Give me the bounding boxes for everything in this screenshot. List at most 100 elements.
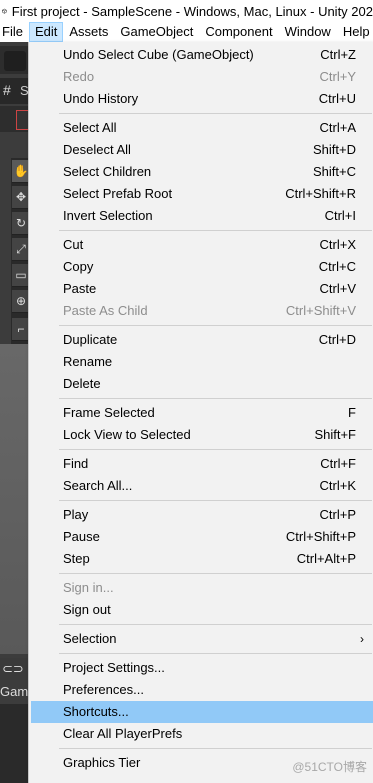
menu-window[interactable]: Window	[279, 22, 337, 42]
menu-item-duplicate[interactable]: Duplicate Ctrl+D	[31, 329, 373, 351]
menu-item-label: Graphics Tier	[63, 755, 141, 770]
menu-item-label: Frame Selected	[63, 405, 155, 420]
menu-item-paste-as-child: Paste As Child Ctrl+Shift+V	[31, 300, 373, 322]
title-bar: First project - SampleScene - Windows, M…	[0, 0, 373, 22]
menu-file[interactable]: File	[0, 22, 29, 42]
menu-item-label: Step	[63, 551, 90, 566]
menu-item-shortcut: Ctrl+F	[320, 456, 356, 471]
menu-separator	[59, 500, 372, 501]
menu-item-label: Pause	[63, 529, 100, 544]
menu-item-shortcut: Ctrl+Shift+P	[285, 529, 356, 544]
menu-item-shortcut: Shift+D	[313, 142, 356, 157]
chevron-right-icon: ›	[360, 632, 364, 646]
menu-item-lock-view[interactable]: Lock View to Selected Shift+F	[31, 424, 373, 446]
menu-item-step[interactable]: Step Ctrl+Alt+P	[31, 548, 373, 570]
menu-item-shortcut: Ctrl+K	[319, 478, 356, 493]
menu-item-preferences[interactable]: Preferences...	[31, 679, 373, 701]
menu-item-select-children[interactable]: Select Children Shift+C	[31, 161, 373, 183]
menu-separator	[59, 230, 372, 231]
scene-view[interactable]	[0, 344, 30, 654]
menu-item-shortcut: Ctrl+C	[318, 259, 356, 274]
menu-item-find[interactable]: Find Ctrl+F	[31, 453, 373, 475]
menu-item-shortcut: Ctrl+Y	[319, 69, 356, 84]
menu-item-shortcut: Ctrl+V	[319, 281, 356, 296]
unity-logo-icon	[2, 8, 7, 14]
menu-item-label: Deselect All	[63, 142, 131, 157]
menu-item-label: Cut	[63, 237, 84, 252]
menu-item-label: Invert Selection	[63, 208, 153, 223]
menu-component[interactable]: Component	[199, 22, 278, 42]
game-tab-label[interactable]: Gam	[0, 684, 28, 699]
menu-item-label: Paste	[63, 281, 97, 296]
menu-item-select-all[interactable]: Select All Ctrl+A	[31, 117, 373, 139]
menu-help[interactable]: Help	[337, 22, 373, 42]
menu-item-copy[interactable]: Copy Ctrl+C	[31, 256, 373, 278]
scene-toolbar	[0, 106, 30, 132]
menu-item-label: Shortcuts...	[63, 704, 129, 719]
menu-item-invert-selection[interactable]: Invert Selection Ctrl+I	[31, 205, 373, 227]
game-view	[0, 704, 30, 783]
menu-item-delete[interactable]: Delete	[31, 373, 373, 395]
menu-item-shortcut: Ctrl+I	[324, 208, 356, 223]
menu-item-shortcut: Shift+C	[313, 164, 356, 179]
menu-item-undo-history[interactable]: Undo History Ctrl+U	[31, 88, 373, 110]
menu-item-shortcut: Ctrl+P	[319, 507, 356, 522]
menu-separator	[59, 624, 372, 625]
menu-item-label: Play	[63, 507, 89, 522]
menu-item-paste[interactable]: Paste Ctrl+V	[31, 278, 373, 300]
menu-item-undo[interactable]: Undo Select Cube (GameObject) Ctrl+Z	[31, 44, 373, 66]
menu-item-label: Select Prefab Root	[63, 186, 173, 201]
menu-item-label: Select Children	[63, 164, 152, 179]
menu-edit[interactable]: Edit	[28, 22, 64, 42]
menu-item-label: Find	[63, 456, 89, 471]
menu-item-label: Undo Select Cube (GameObject)	[63, 47, 254, 62]
menu-item-label: Lock View to Selected	[63, 427, 191, 442]
menu-item-shortcut: Ctrl+Alt+P	[296, 551, 356, 566]
menu-item-label: Duplicate	[63, 332, 118, 347]
menu-item-frame-selected[interactable]: Frame Selected F	[31, 402, 373, 424]
menu-item-pause[interactable]: Pause Ctrl+Shift+P	[31, 526, 373, 548]
edit-menu-dropdown: Undo Select Cube (GameObject) Ctrl+Z Red…	[28, 42, 373, 783]
menu-separator	[59, 113, 372, 114]
menu-item-rename[interactable]: Rename	[31, 351, 373, 373]
menu-separator	[59, 325, 372, 326]
scene-tab-icon[interactable]: #	[3, 82, 11, 98]
menu-item-shortcut: Ctrl+A	[319, 120, 356, 135]
menu-item-label: Sign in...	[63, 580, 114, 595]
menu-item-redo: Redo Ctrl+Y	[31, 66, 373, 88]
menu-item-shortcut: Ctrl+U	[318, 91, 356, 106]
menu-bar: File Edit Assets GameObject Component Wi…	[0, 22, 373, 42]
menu-item-shortcut: Ctrl+D	[318, 332, 356, 347]
menu-item-label: Sign out	[63, 602, 111, 617]
menu-item-search-all[interactable]: Search All... Ctrl+K	[31, 475, 373, 497]
menu-item-shortcut: Ctrl+X	[319, 237, 356, 252]
menu-item-label: Selection	[63, 631, 117, 646]
menu-item-play[interactable]: Play Ctrl+P	[31, 504, 373, 526]
menu-item-sign-out[interactable]: Sign out	[31, 599, 373, 621]
menu-item-label: Delete	[63, 376, 101, 391]
watermark: @51CTO博客	[292, 760, 367, 774]
menu-item-select-prefab-root[interactable]: Select Prefab Root Ctrl+Shift+R	[31, 183, 373, 205]
account-button[interactable]	[4, 51, 26, 71]
menu-item-cut[interactable]: Cut Ctrl+X	[31, 234, 373, 256]
menu-item-sign-in: Sign in...	[31, 577, 373, 599]
game-tab[interactable]: ⊂⊃	[0, 658, 30, 680]
menu-item-shortcut: F	[348, 405, 356, 420]
menu-separator	[59, 449, 372, 450]
menu-separator	[59, 398, 372, 399]
menu-item-shortcuts[interactable]: Shortcuts...	[31, 701, 373, 723]
menu-assets[interactable]: Assets	[63, 22, 114, 42]
menu-item-shortcut: Ctrl+Shift+V	[285, 303, 356, 318]
menu-item-label: Undo History	[63, 91, 139, 106]
menu-item-project-settings[interactable]: Project Settings...	[31, 657, 373, 679]
menu-separator	[59, 573, 372, 574]
menu-item-label: Search All...	[63, 478, 133, 493]
menu-item-label: Clear All PlayerPrefs	[63, 726, 183, 741]
menu-item-label: Project Settings...	[63, 660, 165, 675]
menu-item-selection[interactable]: Selection ›	[31, 628, 373, 650]
menu-item-label: Preferences...	[63, 682, 144, 697]
window-title: First project - SampleScene - Windows, M…	[11, 3, 373, 19]
menu-item-clear-playerprefs[interactable]: Clear All PlayerPrefs	[31, 723, 373, 745]
menu-gameobject[interactable]: GameObject	[114, 22, 199, 42]
menu-item-deselect-all[interactable]: Deselect All Shift+D	[31, 139, 373, 161]
